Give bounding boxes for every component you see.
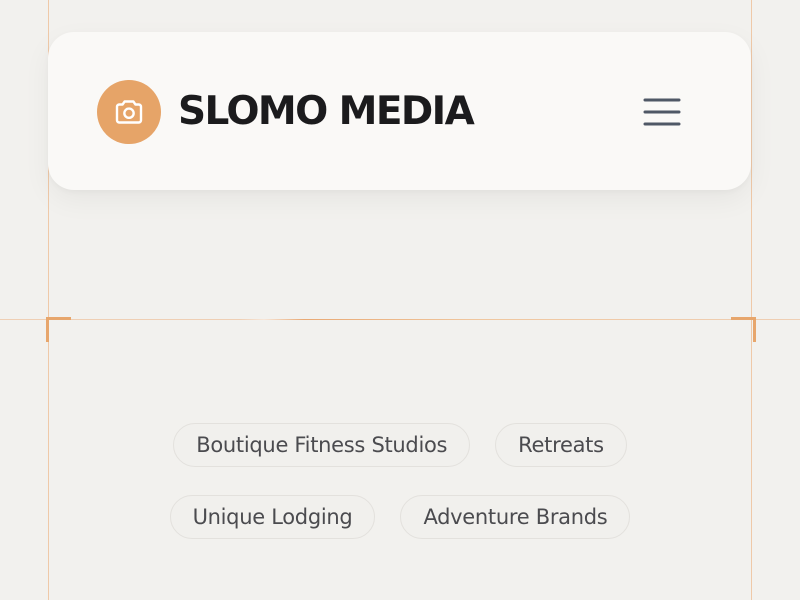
tag-unique-lodging[interactable]: Unique Lodging xyxy=(169,495,376,539)
brand-name[interactable]: SLOMO MEDIA xyxy=(178,86,475,138)
tag-retreats[interactable]: Retreats xyxy=(495,423,627,467)
tag-boutique-fitness-studios[interactable]: Boutique Fitness Studios xyxy=(173,423,471,467)
tag-row-2: Unique Lodging Adventure Brands xyxy=(0,495,800,539)
section-divider-line xyxy=(0,319,800,320)
tag-adventure-brands[interactable]: Adventure Brands xyxy=(400,495,631,539)
page: SLOMO MEDIA Boutique Fitness Studios Ret… xyxy=(0,0,800,600)
menu-button[interactable] xyxy=(638,90,686,134)
site-header: SLOMO MEDIA xyxy=(48,32,751,190)
tag-row-1: Boutique Fitness Studios Retreats xyxy=(0,423,800,467)
camera-icon xyxy=(111,94,147,130)
corner-bracket-left xyxy=(46,317,71,342)
corner-bracket-right xyxy=(731,317,756,342)
logo-badge[interactable] xyxy=(97,80,161,144)
hamburger-menu-icon xyxy=(642,94,682,130)
